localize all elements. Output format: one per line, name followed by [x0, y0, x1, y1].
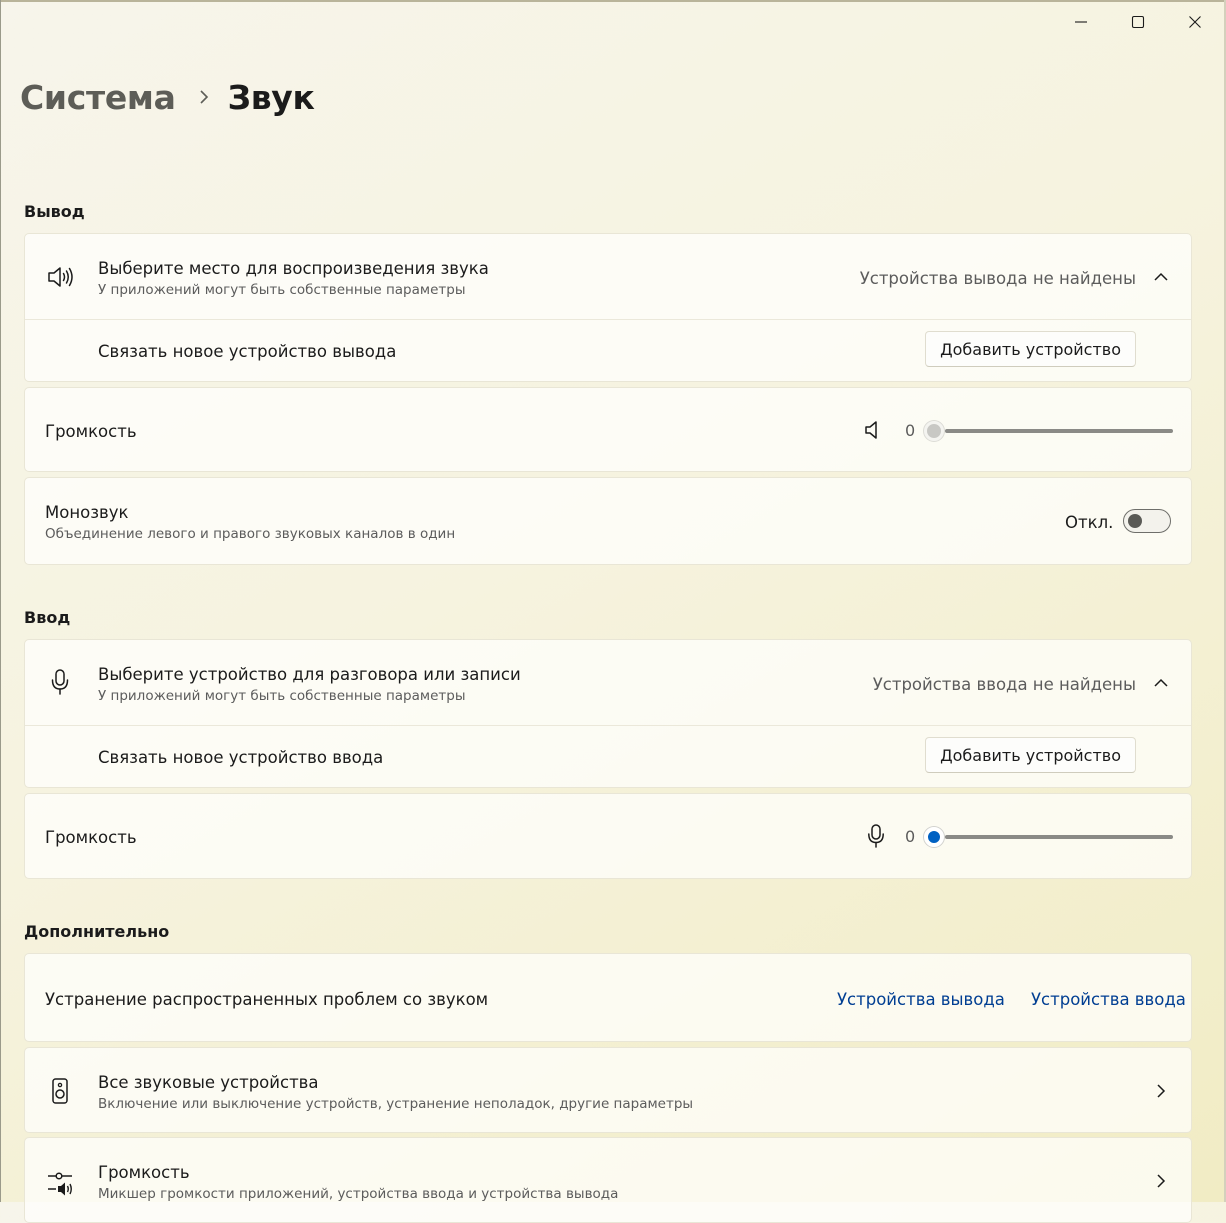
pair-input-label: Связать новое устройство ввода	[98, 748, 384, 767]
input-device-subtitle: У приложений могут быть собственные пара…	[98, 688, 466, 704]
window-frame-left	[0, 0, 1, 1202]
section-header-input: Ввод	[24, 608, 71, 627]
add-output-device-button[interactable]: Добавить устройство	[925, 331, 1136, 367]
input-volume-value: 0	[905, 827, 916, 846]
section-header-advanced: Дополнительно	[24, 922, 170, 941]
input-device-card: Выберите устройство для разговора или за…	[24, 639, 1192, 788]
volume-mixer-title: Громкость	[98, 1163, 190, 1182]
breadcrumb: Система Звук	[20, 74, 315, 120]
close-button[interactable]	[1167, 4, 1223, 40]
input-volume-slider-thumb[interactable]	[924, 827, 944, 847]
mono-audio-card: Монозвук Объединение левого и правого зв…	[24, 477, 1192, 565]
chevron-right-icon	[1151, 1171, 1171, 1191]
pair-input-row: Связать новое устройство ввода Добавить …	[25, 726, 1191, 788]
window-frame-top	[0, 0, 1226, 2]
all-sound-devices-subtitle: Включение или выключение устройств, устр…	[98, 1096, 694, 1112]
output-device-subtitle: У приложений могут быть собственные пара…	[98, 282, 466, 298]
section-header-output: Вывод	[24, 202, 85, 221]
pair-output-label: Связать новое устройство вывода	[98, 342, 397, 361]
all-sound-devices-title: Все звуковые устройства	[98, 1073, 319, 1092]
mono-audio-title: Монозвук	[45, 503, 129, 522]
input-device-row[interactable]: Выберите устройство для разговора или за…	[25, 640, 1191, 725]
output-volume-value: 0	[905, 421, 916, 440]
troubleshoot-label: Устранение распространенных проблем со з…	[45, 990, 489, 1009]
minimize-button[interactable]	[1053, 4, 1109, 40]
input-volume-label: Громкость	[45, 828, 137, 847]
chevron-up-icon[interactable]	[1151, 267, 1171, 287]
minimize-icon	[1075, 21, 1087, 23]
all-sound-devices-card[interactable]: Все звуковые устройства Включение или вы…	[24, 1047, 1192, 1133]
mono-audio-state: Откл.	[1065, 513, 1114, 532]
output-device-title: Выберите место для воспроизведения звука	[98, 259, 489, 278]
maximize-icon	[1131, 15, 1145, 29]
microphone-icon[interactable]	[865, 823, 887, 849]
troubleshoot-card: Устранение распространенных проблем со з…	[24, 953, 1192, 1042]
breadcrumb-parent[interactable]: Система	[20, 78, 176, 117]
speaker-muted-icon[interactable]	[861, 419, 883, 441]
volume-mixer-subtitle: Микшер громкости приложений, устройства …	[98, 1186, 619, 1202]
output-volume-slider-track[interactable]	[945, 429, 1173, 433]
troubleshoot-output-link[interactable]: Устройства вывода	[837, 990, 1005, 1009]
output-device-status: Устройства вывода не найдены	[859, 269, 1136, 288]
mono-audio-subtitle: Объединение левого и правого звуковых ка…	[45, 526, 456, 542]
speaker-icon	[45, 262, 75, 292]
output-volume-slider-thumb[interactable]	[924, 421, 944, 441]
troubleshoot-input-link[interactable]: Устройства ввода	[1031, 990, 1186, 1009]
input-volume-card: Громкость 0	[24, 793, 1192, 879]
output-volume-label: Громкость	[45, 422, 137, 441]
microphone-icon	[46, 667, 74, 697]
output-volume-card: Громкость 0	[24, 387, 1192, 472]
maximize-button[interactable]	[1110, 4, 1166, 40]
input-volume-slider-track[interactable]	[945, 835, 1173, 839]
chevron-right-icon	[1151, 1081, 1171, 1101]
volume-mixer-card[interactable]: Громкость Микшер громкости приложений, у…	[24, 1137, 1192, 1223]
input-device-status: Устройства ввода не найдены	[872, 675, 1136, 694]
close-icon	[1189, 16, 1201, 28]
add-input-device-button[interactable]: Добавить устройство	[925, 737, 1136, 773]
output-device-card: Выберите место для воспроизведения звука…	[24, 233, 1192, 382]
chevron-right-icon	[198, 89, 210, 105]
input-device-title: Выберите устройство для разговора или за…	[98, 665, 521, 684]
mono-audio-toggle[interactable]	[1123, 509, 1171, 533]
page-title: Звук	[227, 77, 315, 117]
speaker-device-icon	[47, 1076, 73, 1106]
pair-output-row: Связать новое устройство вывода Добавить…	[25, 320, 1191, 382]
toggle-knob	[1128, 514, 1142, 528]
volume-mixer-icon	[45, 1168, 75, 1198]
chevron-up-icon[interactable]	[1151, 673, 1171, 693]
output-device-row[interactable]: Выберите место для воспроизведения звука…	[25, 234, 1191, 319]
